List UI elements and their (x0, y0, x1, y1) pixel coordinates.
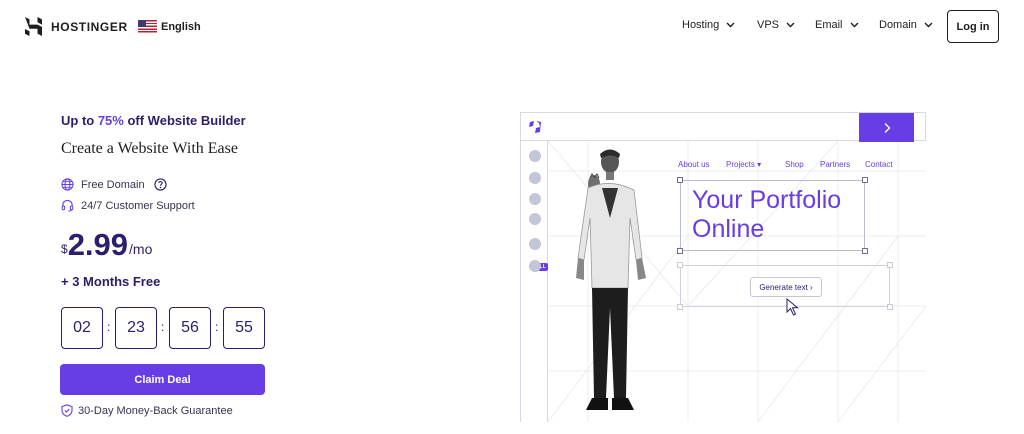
chevron-down-icon (850, 22, 859, 28)
promo-title: Up to 75% off Website Builder (61, 113, 246, 128)
layers-icon (529, 172, 541, 184)
resize-handle (887, 304, 893, 310)
resize-handle (677, 304, 683, 310)
guarantee-label: 30-Day Money-Back Guarantee (78, 404, 233, 417)
generate-text-button: Generate text › (750, 277, 822, 297)
countdown-hours: 23 (115, 307, 157, 349)
nav-vps-label: VPS (757, 19, 780, 31)
nav-domain[interactable]: Domain (879, 19, 933, 31)
generate-text-label: Generate text (759, 282, 808, 292)
promo-title-suffix: off Website Builder (123, 113, 246, 128)
promo-subtitle: Create a Website With Ease (61, 140, 238, 157)
arrow-right-icon (884, 122, 890, 133)
resize-handle (677, 248, 683, 254)
add-element-icon (529, 150, 541, 162)
feature-free-domain-label: Free Domain (81, 178, 145, 191)
resize-handle (887, 262, 893, 268)
feature-support: 24/7 Customer Support (61, 199, 195, 212)
nav-email-label: Email (815, 19, 843, 31)
hostinger-logo-icon (25, 17, 42, 36)
mockup-nav-partners: Partners (820, 160, 851, 169)
nav-domain-label: Domain (879, 19, 917, 31)
price-currency: $ (61, 242, 68, 256)
site-header: HOSTINGER English Hosting VPS Email Doma… (0, 0, 1024, 56)
headset-icon (61, 199, 74, 212)
price-period: /mo (129, 241, 153, 257)
feature-support-label: 24/7 Customer Support (81, 199, 195, 212)
chevron-down-icon (726, 22, 735, 28)
mockup-nav-projects: Projects ▾ (726, 160, 762, 169)
countdown-separator: : (215, 320, 219, 334)
feature-free-domain: Free Domain (61, 178, 174, 191)
promo-title-prefix: Up to (61, 113, 98, 128)
promo-discount: 75% (97, 113, 124, 128)
palette-icon (529, 193, 541, 205)
mockup-nav-about: About us (678, 160, 710, 169)
nav-vps[interactable]: VPS (757, 19, 795, 31)
resize-handle (862, 248, 868, 254)
mockup-headline-line1: Your Portfolio (692, 186, 842, 214)
login-button[interactable]: Log in (947, 10, 999, 43)
countdown-minutes: 56 (169, 307, 211, 349)
ai-icon (529, 260, 541, 272)
resize-handle (677, 262, 683, 268)
logo-text: HOSTINGER (51, 19, 128, 34)
countdown-separator: : (107, 320, 111, 334)
mockup-nav-shop: Shop (785, 160, 804, 169)
builder-logo-icon (529, 121, 541, 133)
resize-handle (677, 177, 683, 183)
nav-hosting[interactable]: Hosting (682, 19, 735, 31)
chevron-down-icon (924, 22, 933, 28)
mockup-headline-line2: Online (692, 215, 765, 243)
nav-email[interactable]: Email (815, 19, 859, 31)
bonus-text: + 3 Months Free (61, 274, 161, 289)
countdown-days: 02 (61, 307, 103, 349)
nav-hosting-label: Hosting (682, 19, 720, 31)
price-amount: 2.99 (67, 227, 129, 262)
mockup-nav-contact: Contact (865, 160, 893, 169)
money-back-guarantee: 30-Day Money-Back Guarantee (61, 404, 233, 417)
globe-icon (61, 178, 74, 191)
us-flag-icon (138, 20, 157, 33)
edit-icon (529, 213, 541, 225)
hostinger-logo[interactable]: HOSTINGER (25, 17, 128, 36)
cart-icon (529, 238, 541, 250)
help-circle-icon[interactable] (153, 178, 167, 191)
mockup-next-button (859, 113, 914, 142)
resize-handle (862, 177, 868, 183)
claim-deal-button[interactable]: Claim Deal (60, 364, 265, 395)
cursor-arrow-icon (786, 298, 799, 316)
language-selector[interactable]: English (138, 20, 201, 33)
countdown-seconds: 55 (223, 307, 265, 349)
shield-check-icon (61, 404, 73, 417)
price: $ 2.99 /mo (61, 228, 152, 262)
mockup-sidebar: SELL (520, 141, 548, 422)
mockup-headline: Your Portfolio Online (692, 186, 841, 244)
mockup-top-bar (520, 112, 926, 142)
person-with-owl-illustration (576, 149, 646, 410)
website-builder-mockup: SELL About us Projects ▾ Shop Partners C… (520, 112, 926, 422)
language-label: English (161, 20, 201, 33)
chevron-down-icon (786, 22, 795, 28)
countdown-separator: : (161, 320, 165, 334)
